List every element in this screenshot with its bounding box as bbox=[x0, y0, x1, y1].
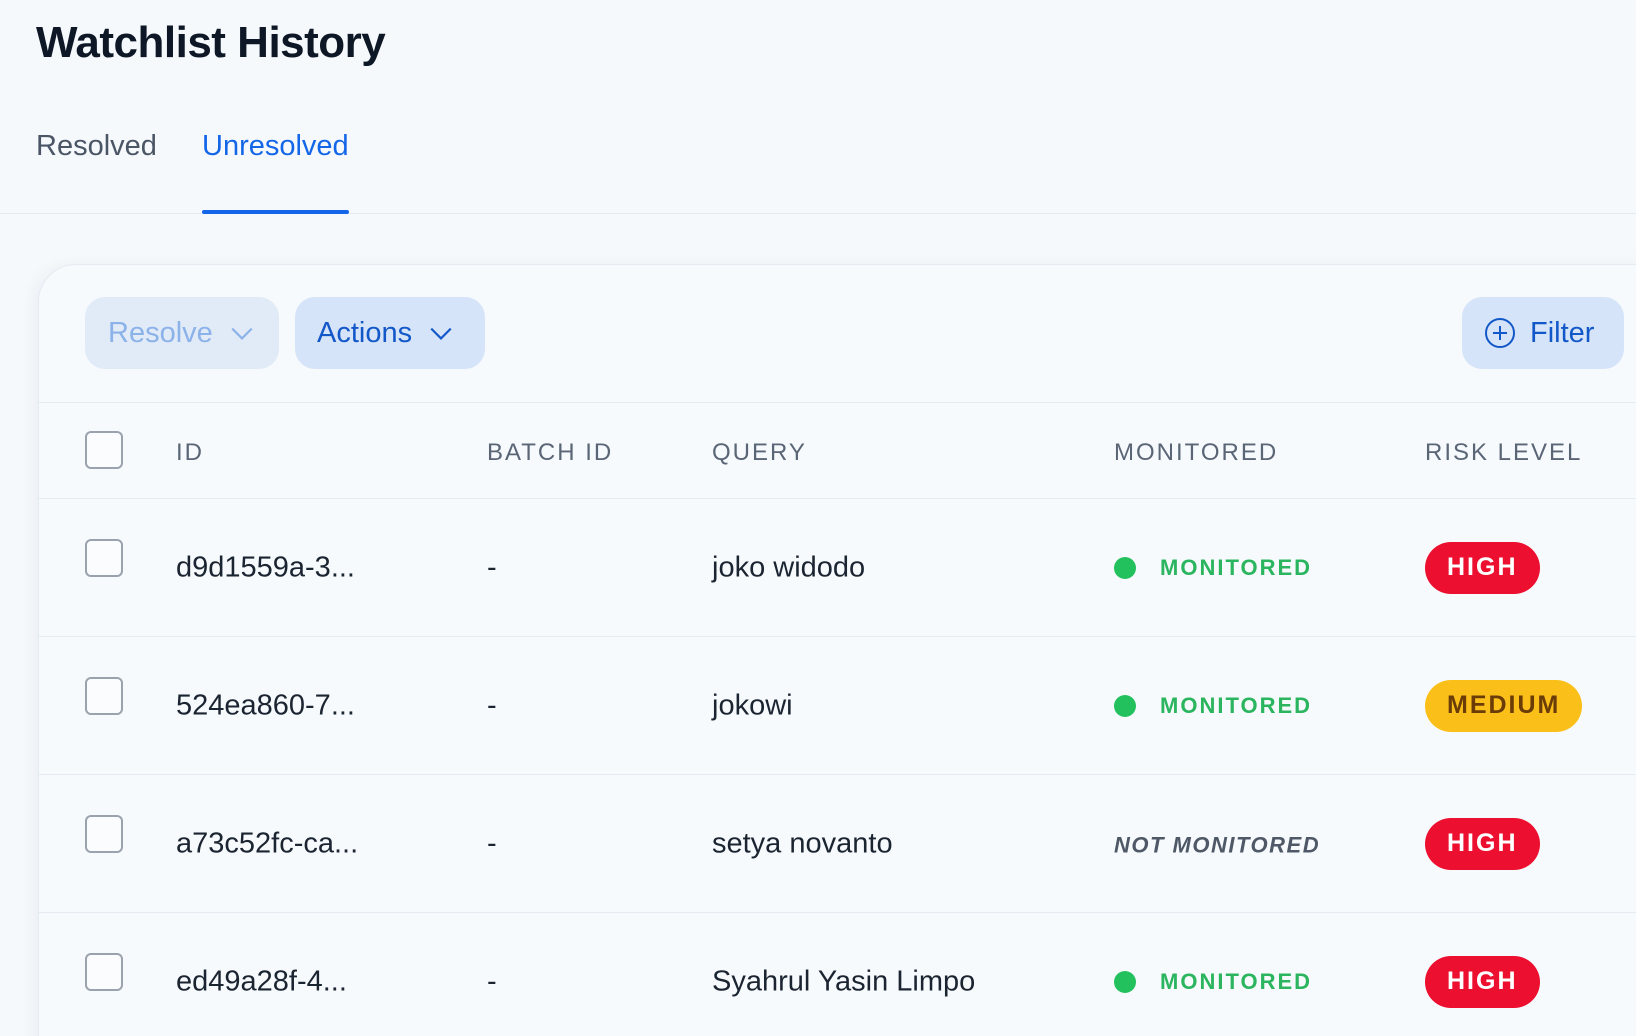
tab-unresolved[interactable]: Unresolved bbox=[202, 132, 349, 214]
add-circle-icon bbox=[1485, 318, 1515, 348]
row-id[interactable]: 524ea860-7... bbox=[176, 689, 355, 722]
row-select-checkbox[interactable] bbox=[85, 815, 123, 853]
row-select-checkbox[interactable] bbox=[85, 539, 123, 577]
row-query: Syahrul Yasin Limpo bbox=[712, 965, 976, 997]
row-id[interactable]: ed49a28f-4... bbox=[176, 965, 347, 998]
monitored-label: MONITORED bbox=[1160, 692, 1313, 718]
row-id[interactable]: d9d1559a-3... bbox=[176, 551, 355, 584]
risk-level-badge: MEDIUM bbox=[1425, 679, 1583, 732]
row-query: jokowi bbox=[712, 689, 793, 721]
filter-button-label: Filter bbox=[1530, 316, 1595, 349]
row-batch-id: - bbox=[487, 827, 497, 859]
table-header: ID BATCH ID QUERY MONITORED RISK LEVEL bbox=[39, 403, 1636, 499]
monitored-label: MONITORED bbox=[1160, 968, 1313, 994]
row-batch-id: - bbox=[487, 965, 497, 997]
filter-button[interactable]: Filter bbox=[1462, 297, 1624, 369]
row-select-checkbox[interactable] bbox=[85, 677, 123, 715]
page-title: Watchlist History bbox=[36, 18, 386, 67]
resolve-dropdown-button[interactable]: Resolve bbox=[85, 297, 279, 369]
row-batch-id: - bbox=[487, 689, 497, 721]
tab-resolved[interactable]: Resolved bbox=[36, 132, 157, 214]
status-dot-icon bbox=[1114, 556, 1136, 579]
table-row[interactable]: d9d1559a-3... - joko widodo MONITORED HIGH bbox=[39, 499, 1636, 637]
row-query: joko widodo bbox=[712, 551, 866, 583]
column-header-monitored[interactable]: MONITORED bbox=[1114, 439, 1278, 467]
table-row[interactable]: a73c52fc-ca... - setya novanto NOT MONITORE… bbox=[39, 775, 1636, 913]
row-query: setya novanto bbox=[712, 827, 893, 859]
results-card: Resolve Actions Filter ID BATCH ID QUERY… bbox=[38, 264, 1636, 1036]
row-select-checkbox[interactable] bbox=[85, 953, 123, 991]
row-batch-id: - bbox=[487, 551, 497, 583]
table-toolbar: Resolve Actions Filter bbox=[39, 265, 1636, 403]
column-header-id[interactable]: ID bbox=[176, 439, 204, 467]
column-header-risk-level[interactable]: RISK LEVEL bbox=[1425, 439, 1582, 467]
watchlist-history-page: Watchlist History Resolved Unresolved Re… bbox=[0, 0, 1636, 1036]
risk-level-badge: HIGH bbox=[1425, 817, 1540, 870]
monitored-status: MONITORED bbox=[1114, 969, 1312, 995]
not-monitored-label: NOT MONITORED bbox=[1114, 832, 1321, 857]
actions-dropdown-button[interactable]: Actions bbox=[295, 297, 485, 369]
monitored-status: MONITORED bbox=[1114, 555, 1312, 581]
tab-bar: Resolved Unresolved bbox=[0, 120, 1636, 214]
risk-level-badge: HIGH bbox=[1425, 541, 1540, 594]
select-all-checkbox[interactable] bbox=[85, 431, 123, 469]
chevron-down-icon bbox=[231, 327, 253, 340]
monitored-status: NOT MONITORED bbox=[1114, 827, 1320, 860]
monitored-label: MONITORED bbox=[1160, 554, 1313, 580]
resolve-button-label: Resolve bbox=[108, 316, 213, 349]
status-dot-icon bbox=[1114, 694, 1136, 717]
column-header-batch-id[interactable]: BATCH ID bbox=[487, 439, 613, 467]
column-header-query[interactable]: QUERY bbox=[712, 439, 807, 467]
actions-button-label: Actions bbox=[317, 316, 413, 349]
monitored-status: MONITORED bbox=[1114, 693, 1312, 719]
table-row[interactable]: ed49a28f-4... - Syahrul Yasin Limpo MONITOR… bbox=[39, 913, 1636, 1036]
status-dot-icon bbox=[1114, 970, 1136, 993]
table-row[interactable]: 524ea860-7... - jokowi MONITORED MEDIUM bbox=[39, 637, 1636, 775]
row-id[interactable]: a73c52fc-ca... bbox=[176, 827, 358, 860]
chevron-down-icon bbox=[430, 327, 452, 340]
risk-level-badge: HIGH bbox=[1425, 955, 1540, 1008]
